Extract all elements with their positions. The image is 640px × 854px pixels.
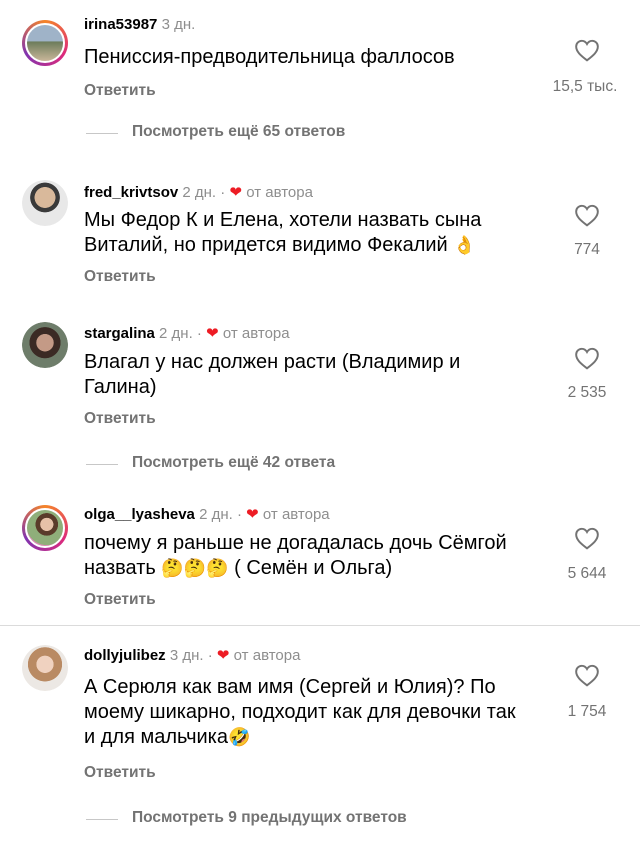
- comment-text: почему я раньше не догадалась дочь Сёмго…: [84, 531, 514, 581]
- username[interactable]: olga__lyasheva: [84, 506, 195, 523]
- reply-button[interactable]: Ответить: [84, 591, 156, 609]
- avatar[interactable]: [22, 20, 68, 66]
- timestamp: 2 дн. ·: [159, 325, 202, 342]
- timestamp: 3 дн. ·: [169, 647, 213, 664]
- like-count: 1 754: [567, 703, 607, 720]
- heart-filled-icon: ❤: [246, 506, 259, 523]
- heart-outline-icon[interactable]: [574, 526, 600, 550]
- comment-body: Мы Федор К и Елена, хотели назвать сына …: [84, 209, 482, 256]
- reply-button[interactable]: Ответить: [84, 82, 156, 100]
- username[interactable]: dollyjulibez: [84, 647, 166, 664]
- like-count: 2 535: [567, 384, 607, 401]
- section-divider: [0, 625, 640, 626]
- comment-body: А Серюля как вам имя (Сергей и Юлия)? По…: [84, 676, 516, 748]
- timestamp: 3 дн.: [161, 16, 196, 33]
- comment-text: А Серюля как вам имя (Сергей и Юлия)? По…: [84, 675, 524, 750]
- like-count: 15,5 тыс.: [552, 78, 618, 95]
- comment-meta: irina53987 3 дн.: [84, 16, 195, 33]
- heart-filled-icon: ❤: [229, 184, 243, 201]
- thinking-face-emoji: 🤔🤔🤔: [161, 558, 229, 578]
- comment-text: Влагал у нас должен расти (Владимир и Га…: [84, 351, 461, 398]
- like-count: 774: [574, 241, 600, 258]
- divider-line: [86, 464, 118, 465]
- heart-outline-icon[interactable]: [574, 663, 600, 687]
- timestamp: 2 дн. ·: [199, 506, 242, 523]
- comment-meta: dollyjulibez 3 дн. · ❤ от автора: [84, 646, 300, 664]
- reply-button[interactable]: Ответить: [84, 764, 156, 782]
- comment-text: Мы Федор К и Елена, хотели назвать сына …: [84, 208, 524, 258]
- author-badge: от автора: [222, 325, 290, 342]
- heart-filled-icon: ❤: [216, 647, 230, 664]
- reply-button[interactable]: Ответить: [84, 410, 156, 428]
- like-count: 5 644: [567, 565, 607, 582]
- avatar[interactable]: [22, 505, 68, 551]
- divider-line: [86, 133, 118, 134]
- rolling-laughing-emoji: 🤣: [227, 727, 251, 747]
- divider-line: [86, 819, 118, 820]
- comment-text: Пенисcия-предводительница фаллосов: [84, 46, 455, 68]
- avatar[interactable]: [22, 322, 68, 368]
- comment-meta: stargalina 2 дн. · ❤ от автора: [84, 324, 290, 342]
- username[interactable]: fred_krivtsov: [84, 184, 178, 201]
- comment-meta: olga__lyasheva 2 дн. · ❤ от автора: [84, 505, 330, 523]
- author-badge: от автора: [246, 184, 313, 201]
- heart-outline-icon[interactable]: [574, 203, 600, 227]
- ok-hand-emoji: 👌: [453, 235, 476, 255]
- username[interactable]: stargalina: [84, 325, 155, 342]
- author-badge: от автора: [233, 647, 301, 664]
- heart-outline-icon[interactable]: [574, 346, 600, 370]
- view-more-label[interactable]: Посмотреть ещё 65 ответов: [132, 123, 345, 141]
- heart-outline-icon[interactable]: [574, 38, 600, 62]
- heart-filled-icon: ❤: [206, 325, 219, 342]
- avatar[interactable]: [22, 180, 68, 226]
- username[interactable]: irina53987: [84, 16, 157, 33]
- reply-button[interactable]: Ответить: [84, 268, 156, 286]
- timestamp: 2 дн. ·: [182, 184, 226, 201]
- view-more-label[interactable]: Посмотреть 9 предыдущих ответов: [132, 809, 407, 827]
- avatar[interactable]: [22, 645, 68, 691]
- comment-meta: fred_krivtsov 2 дн. · ❤ от автора: [84, 183, 313, 201]
- author-badge: от автора: [262, 506, 330, 523]
- comment-body-end: ( Семён и Ольга): [228, 557, 393, 579]
- view-more-label[interactable]: Посмотреть ещё 42 ответа: [132, 454, 335, 472]
